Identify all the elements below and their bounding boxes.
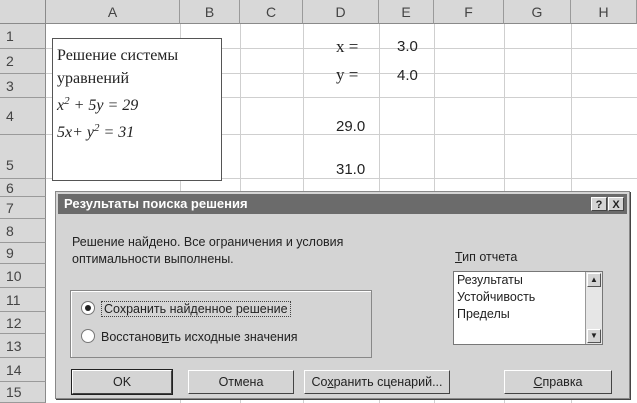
report-type-listbox[interactable]: Результаты Устойчивость Пределы ▲ ▼ [453, 271, 603, 345]
row-header-1[interactable]: 1 [0, 24, 46, 49]
radio-unselected-icon [81, 329, 95, 343]
equation-1: x2 + 5y = 29 [57, 95, 139, 114]
result-message-line-2: оптимальности выполнены. [72, 252, 234, 266]
listbox-scrollbar[interactable]: ▲ ▼ [585, 272, 602, 344]
equations-textbox[interactable]: Решение системы уравнений x2 + 5y = 29 5… [52, 38, 222, 181]
column-header-f[interactable]: F [434, 0, 504, 24]
cell-d5[interactable]: 31.0 [336, 161, 365, 178]
row-header-9[interactable]: 9 [0, 243, 46, 264]
save-scenario-button[interactable]: Сохранить сценарий... [304, 370, 450, 394]
column-header-a[interactable]: A [46, 0, 180, 24]
cell-e2[interactable]: 4.0 [397, 67, 418, 84]
column-header-g[interactable]: G [504, 0, 571, 24]
row-header-14[interactable]: 14 [0, 358, 46, 382]
row-header-12[interactable]: 12 [0, 312, 46, 334]
ok-button[interactable]: OK [71, 369, 173, 395]
help-icon[interactable]: ? [591, 197, 607, 211]
result-message: Решение найдено. Все ограничения и услов… [72, 234, 402, 268]
row-header-6[interactable]: 6 [0, 179, 46, 197]
scroll-down-icon[interactable]: ▼ [587, 329, 601, 343]
radio-keep-solution[interactable]: Сохранить найденное решение [81, 301, 291, 317]
cancel-button[interactable]: Отмена [188, 370, 294, 394]
cell-e1[interactable]: 3.0 [397, 38, 418, 55]
select-all-corner[interactable] [0, 0, 46, 24]
column-header-c[interactable]: C [240, 0, 303, 24]
row-header-13[interactable]: 13 [0, 334, 46, 358]
report-item-sensitivity[interactable]: Устойчивость [454, 289, 602, 306]
row-header-2[interactable]: 2 [0, 49, 46, 74]
column-header-d[interactable]: D [303, 0, 379, 24]
dialog-title: Результаты поиска решения [64, 196, 248, 211]
row-header-5[interactable]: 5 [0, 135, 46, 179]
row-header-3[interactable]: 3 [0, 74, 46, 98]
help-button[interactable]: Справка [504, 370, 612, 394]
row-header-10[interactable]: 10 [0, 264, 46, 288]
cell-d2[interactable]: y = [336, 65, 358, 85]
report-item-results[interactable]: Результаты [454, 272, 602, 289]
result-message-line-1: Решение найдено. Все ограничения и услов… [72, 235, 344, 249]
row-header-11[interactable]: 11 [0, 288, 46, 312]
report-type-label: Тип отчета [455, 250, 518, 264]
cell-d4[interactable]: 29.0 [336, 118, 365, 135]
textbox-line-2: уравнений [57, 70, 130, 87]
report-item-limits[interactable]: Пределы [454, 306, 602, 323]
solution-options-group: Сохранить найденное решение Восстановить… [70, 290, 372, 358]
cell-d1[interactable]: x = [336, 37, 358, 57]
scroll-up-icon[interactable]: ▲ [587, 273, 601, 287]
column-header-b[interactable]: B [180, 0, 240, 24]
equation-2: 5x+ y2 = 31 [57, 122, 135, 141]
textbox-line-1: Решение системы [57, 47, 179, 64]
column-header-h[interactable]: H [571, 0, 637, 24]
close-icon[interactable]: X [608, 197, 624, 211]
solver-results-dialog: Результаты поиска решения ? X Решение на… [55, 191, 630, 399]
radio-restore-values[interactable]: Восстановить исходные значения [81, 329, 298, 344]
radio-selected-icon [81, 301, 95, 315]
row-header-4[interactable]: 4 [0, 98, 46, 135]
column-header-e[interactable]: E [379, 0, 434, 24]
dialog-titlebar[interactable]: Результаты поиска решения ? X [58, 194, 627, 214]
radio-keep-solution-label: Сохранить найденное решение [101, 301, 291, 317]
row-header-7[interactable]: 7 [0, 197, 46, 219]
row-header-15[interactable]: 15 [0, 382, 46, 403]
radio-restore-values-label: Восстановить исходные значения [101, 330, 298, 344]
row-header-8[interactable]: 8 [0, 219, 46, 243]
